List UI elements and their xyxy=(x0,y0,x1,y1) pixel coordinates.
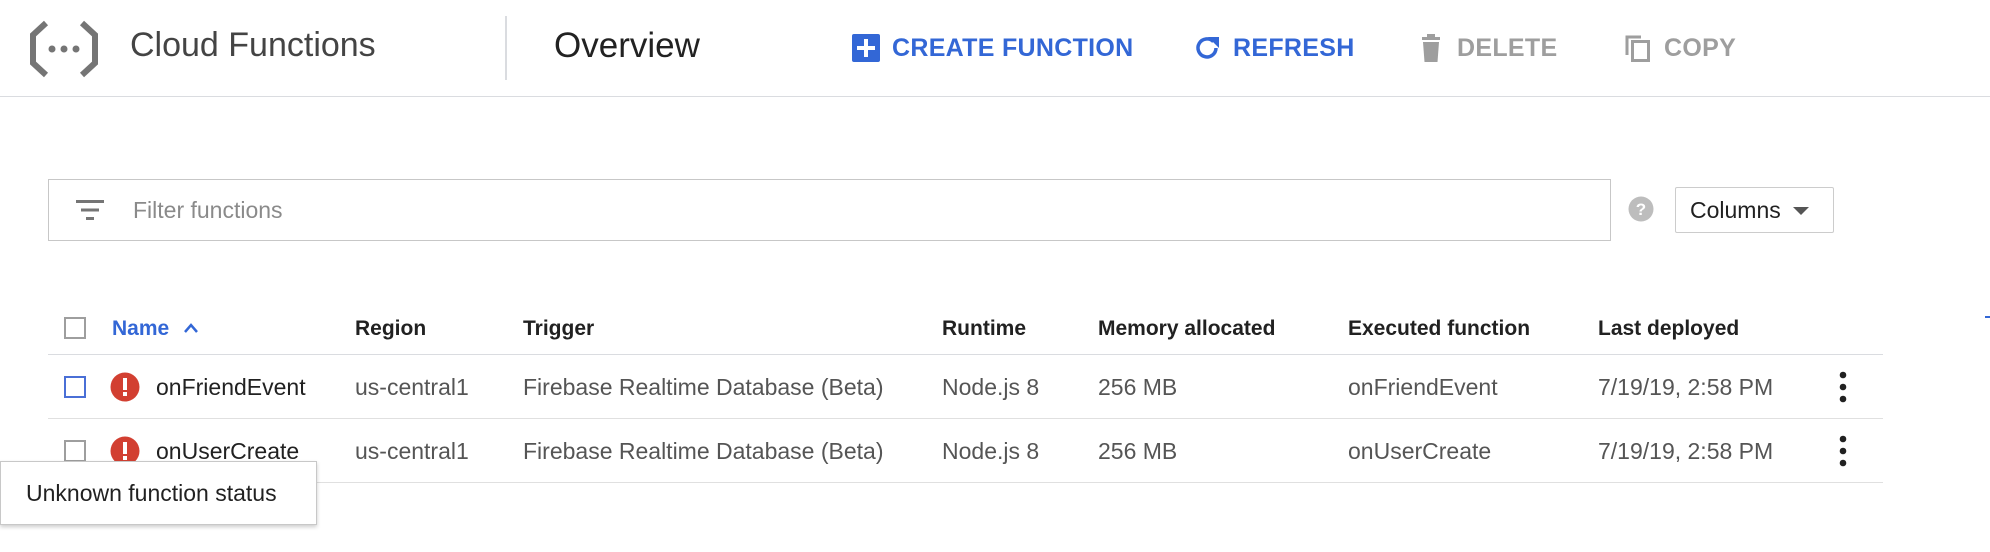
function-runtime: Node.js 8 xyxy=(942,374,1040,400)
function-executed: onFriendEvent xyxy=(1348,374,1498,400)
create-function-button[interactable]: CREATE FUNCTION xyxy=(851,30,1134,66)
caret-down-icon xyxy=(1793,207,1809,215)
cloud-functions-logo-icon xyxy=(30,20,98,78)
copy-label: COPY xyxy=(1664,33,1737,62)
function-name[interactable]: onFriendEvent xyxy=(156,374,306,401)
filter-input[interactable] xyxy=(133,190,1583,230)
table-row[interactable]: onUserCreate us-central1 Firebase Realti… xyxy=(48,419,1883,483)
copy-button[interactable]: COPY xyxy=(1623,30,1736,66)
column-header-executed[interactable]: Executed function xyxy=(1348,317,1530,341)
function-region: us-central1 xyxy=(355,438,469,464)
row-checkbox[interactable] xyxy=(64,376,86,398)
row-checkbox[interactable] xyxy=(64,440,86,462)
tooltip-text: Unknown function status xyxy=(26,479,277,506)
more-vert-icon[interactable] xyxy=(1838,434,1848,468)
function-deployed: 7/19/19, 2:58 PM xyxy=(1598,374,1774,400)
scroll-indicator xyxy=(1985,316,1990,318)
add-box-icon xyxy=(852,34,880,62)
function-deployed: 7/19/19, 2:58 PM xyxy=(1598,438,1774,464)
copy-icon xyxy=(1625,35,1650,62)
delete-label: DELETE xyxy=(1457,33,1558,62)
function-region: us-central1 xyxy=(355,374,469,400)
column-header-deployed[interactable]: Last deployed xyxy=(1598,317,1739,341)
column-header-memory[interactable]: Memory allocated xyxy=(1098,317,1275,341)
create-function-label: CREATE FUNCTION xyxy=(892,33,1134,62)
app-title: Cloud Functions xyxy=(130,26,376,64)
delete-button[interactable]: DELETE xyxy=(1416,30,1557,66)
trash-icon xyxy=(1422,34,1440,62)
page-title: Overview xyxy=(554,26,700,65)
function-trigger: Firebase Realtime Database (Beta) xyxy=(523,438,884,464)
select-all-checkbox[interactable] xyxy=(64,317,86,339)
function-memory: 256 MB xyxy=(1098,438,1178,464)
error-icon[interactable] xyxy=(110,372,140,402)
refresh-icon xyxy=(1196,37,1219,59)
column-header-region[interactable]: Region xyxy=(355,317,426,341)
column-header-trigger[interactable]: Trigger xyxy=(523,317,594,341)
function-runtime: Node.js 8 xyxy=(942,438,1040,464)
column-header-runtime[interactable]: Runtime xyxy=(942,317,1026,341)
more-vert-icon[interactable] xyxy=(1838,370,1848,404)
filter-list-icon xyxy=(76,200,104,220)
app-bar: Cloud Functions Overview CREATE FUNCTION… xyxy=(0,0,1990,97)
filter-bar xyxy=(48,179,1611,241)
header-divider xyxy=(505,16,507,80)
svg-text:?: ? xyxy=(1636,200,1646,219)
status-tooltip: Unknown function status xyxy=(0,461,317,525)
function-executed: onUserCreate xyxy=(1348,438,1492,464)
function-memory: 256 MB xyxy=(1098,374,1178,400)
table-header: Name Region Trigger Runtime Memory alloc… xyxy=(48,303,1883,355)
columns-dropdown-button[interactable]: Columns xyxy=(1675,187,1834,233)
sort-ascending-icon xyxy=(184,323,198,333)
refresh-label: REFRESH xyxy=(1233,33,1355,62)
function-trigger: Firebase Realtime Database (Beta) xyxy=(523,374,884,400)
refresh-button[interactable]: REFRESH xyxy=(1192,30,1355,66)
table-row[interactable]: onFriendEvent us-central1 Firebase Realt… xyxy=(48,355,1883,419)
column-header-name[interactable]: Name xyxy=(112,317,199,341)
help-icon[interactable]: ? xyxy=(1628,196,1654,222)
columns-label: Columns xyxy=(1690,196,1781,223)
